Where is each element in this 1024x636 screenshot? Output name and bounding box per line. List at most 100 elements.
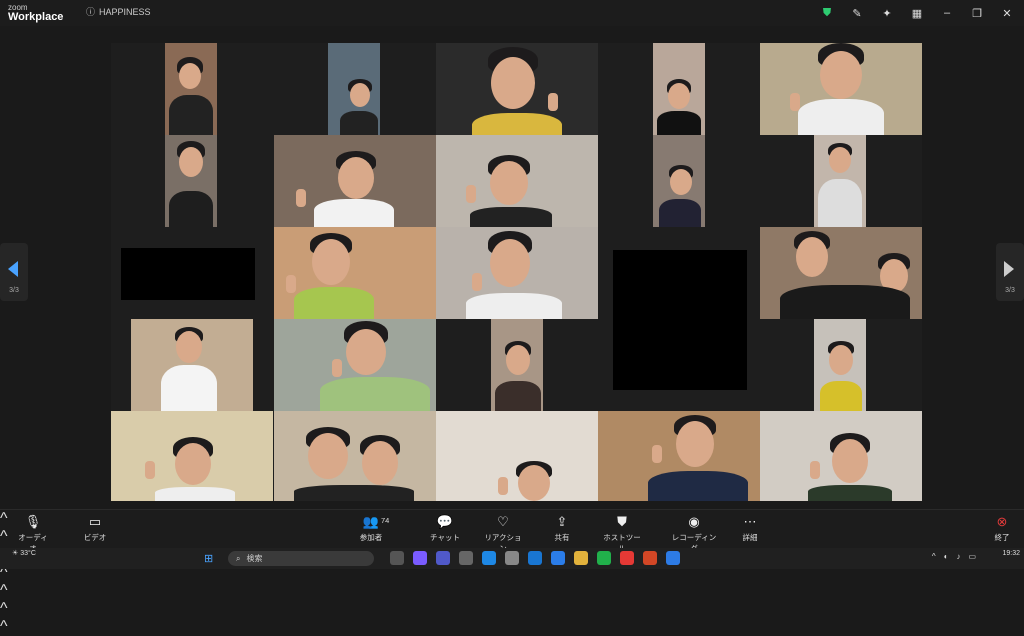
page-indicator-right: 3/3 [1005, 287, 1015, 294]
video-tile[interactable] [165, 135, 217, 227]
taskbar-search[interactable]: ⌕ 検索 [228, 551, 374, 566]
app-icon[interactable] [413, 551, 427, 565]
brand-bottom: Workplace [8, 11, 64, 23]
video-off-tile[interactable] [613, 250, 747, 390]
video-tile[interactable] [131, 319, 253, 411]
temperature: 33°C [20, 550, 36, 557]
share-screen-icon: ⇪ [556, 514, 568, 529]
time: 19:32 [1002, 550, 1020, 557]
more-button[interactable]: ⋯ 詳細 [738, 514, 762, 543]
sparkle-icon[interactable]: ✦ [878, 4, 896, 22]
video-tile[interactable] [274, 319, 436, 411]
video-tile[interactable] [436, 43, 598, 135]
window-controls: ⛊ ✎ ✦ ▦ – ❐ ✕ [818, 4, 1016, 22]
network-icon[interactable]: ◐ [944, 552, 949, 561]
arrow-right-icon [1004, 261, 1014, 277]
search-icon: ⌕ [236, 553, 241, 563]
weather-icon: ☀ [12, 550, 19, 557]
video-tile[interactable] [760, 227, 922, 319]
app-icon[interactable] [390, 551, 404, 565]
end-meeting-button[interactable]: ⊗ 終了 [990, 514, 1014, 543]
end-x-icon: ⊗ [996, 514, 1008, 529]
title-bar: zoom Workplace ⓘ HAPPINESS ⛊ ✎ ✦ ▦ – ❐ ✕ [0, 0, 1024, 26]
video-tile[interactable] [274, 135, 436, 227]
grid-view-icon[interactable]: ▦ [908, 4, 926, 22]
meeting-info[interactable]: ⓘ HAPPINESS [86, 5, 151, 18]
video-tile[interactable] [598, 411, 760, 501]
video-tile[interactable] [436, 135, 598, 227]
end-label: 終了 [994, 533, 1010, 542]
app-icon[interactable] [551, 551, 565, 565]
shield-icon[interactable]: ⛊ [818, 4, 836, 22]
microphone-icon: 🎙 [24, 514, 42, 529]
reactions-options-chevron-icon[interactable]: ^ [0, 582, 1024, 600]
more-icon: ⋯ [743, 514, 757, 529]
video-button[interactable]: ▭ ビデオ [80, 514, 110, 543]
video-tile[interactable] [814, 319, 866, 411]
taskbar-apps [390, 551, 680, 565]
search-placeholder: 検索 [246, 554, 263, 563]
previous-page-button[interactable]: 3/3 [0, 243, 28, 301]
more-label: 詳細 [742, 533, 758, 542]
weather-widget[interactable]: ☀ 33°C [12, 550, 36, 558]
app-icon[interactable] [482, 551, 496, 565]
restore-icon[interactable]: ❐ [968, 4, 986, 22]
arrow-left-icon [8, 261, 18, 277]
video-tile[interactable] [491, 319, 543, 411]
chat-icon: 💬 [436, 514, 454, 529]
chat-label: チャット [430, 533, 460, 542]
participants-count: 74 [381, 516, 390, 525]
app-icon[interactable] [574, 551, 588, 565]
video-camera-icon: ▭ [88, 514, 102, 529]
clock[interactable]: 19:32 [1002, 550, 1020, 558]
chevron-up-icon[interactable]: ^ [932, 552, 936, 561]
video-tile[interactable] [653, 135, 705, 227]
record-icon: ◉ [688, 514, 700, 529]
video-tile[interactable] [760, 43, 922, 135]
video-tile[interactable] [274, 411, 436, 501]
volume-icon[interactable]: ♪ [956, 552, 960, 561]
video-off-tile[interactable] [121, 248, 255, 300]
participants-label: 参加者 [359, 533, 383, 542]
next-page-button[interactable]: 3/3 [996, 243, 1024, 301]
windows-start-icon[interactable]: ⊞ [204, 552, 213, 565]
app-icon[interactable] [597, 551, 611, 565]
close-icon[interactable]: ✕ [998, 4, 1016, 22]
battery-icon[interactable]: ▭ [968, 552, 976, 561]
video-tile[interactable] [274, 227, 436, 319]
video-tile[interactable] [165, 43, 217, 135]
participants-icon: 👥 [362, 514, 380, 529]
windows-taskbar: ☀ 33°C ⊞ ⌕ 検索 ^ ◐ ♪ ▭ 19:32 [0, 548, 1024, 569]
app-icon[interactable] [643, 551, 657, 565]
info-icon: ⓘ [86, 7, 96, 17]
video-tile[interactable] [328, 43, 380, 135]
meeting-toolbar: 🎙 オーディオ ^ ▭ ビデオ ^ 👥 74 参加者 ^ 💬 チャット ^ ♡ … [0, 509, 1024, 635]
chat-button[interactable]: 💬 チャット [430, 514, 460, 543]
video-tile[interactable] [436, 227, 598, 319]
participants-button[interactable]: 👥 74 参加者 [354, 514, 390, 543]
video-tile[interactable] [814, 135, 866, 227]
app-icon[interactable] [505, 551, 519, 565]
video-label: ビデオ [83, 533, 107, 542]
share-options-chevron-icon[interactable]: ^ [0, 600, 1024, 618]
shield-icon: ⛊ [617, 514, 627, 529]
page-indicator-left: 3/3 [9, 287, 19, 294]
app-icon[interactable] [459, 551, 473, 565]
app-icon[interactable] [666, 551, 680, 565]
app-icon[interactable] [436, 551, 450, 565]
heart-icon: ♡ [497, 514, 509, 529]
video-gallery [111, 43, 922, 501]
video-tile[interactable] [760, 411, 922, 501]
system-tray: ^ ◐ ♪ ▭ [932, 552, 976, 561]
meeting-title: HAPPINESS [99, 6, 151, 17]
magic-wand-icon[interactable]: ✎ [848, 4, 866, 22]
video-tile[interactable] [436, 411, 598, 501]
recording-options-chevron-icon[interactable]: ^ [0, 618, 1024, 636]
minimize-icon[interactable]: – [938, 4, 956, 22]
app-icon[interactable] [528, 551, 542, 565]
app-brand: zoom Workplace [8, 3, 64, 23]
share-button[interactable]: ⇪ 共有 [550, 514, 574, 543]
video-tile[interactable] [653, 43, 705, 135]
video-tile[interactable] [111, 411, 273, 501]
app-icon[interactable] [620, 551, 634, 565]
